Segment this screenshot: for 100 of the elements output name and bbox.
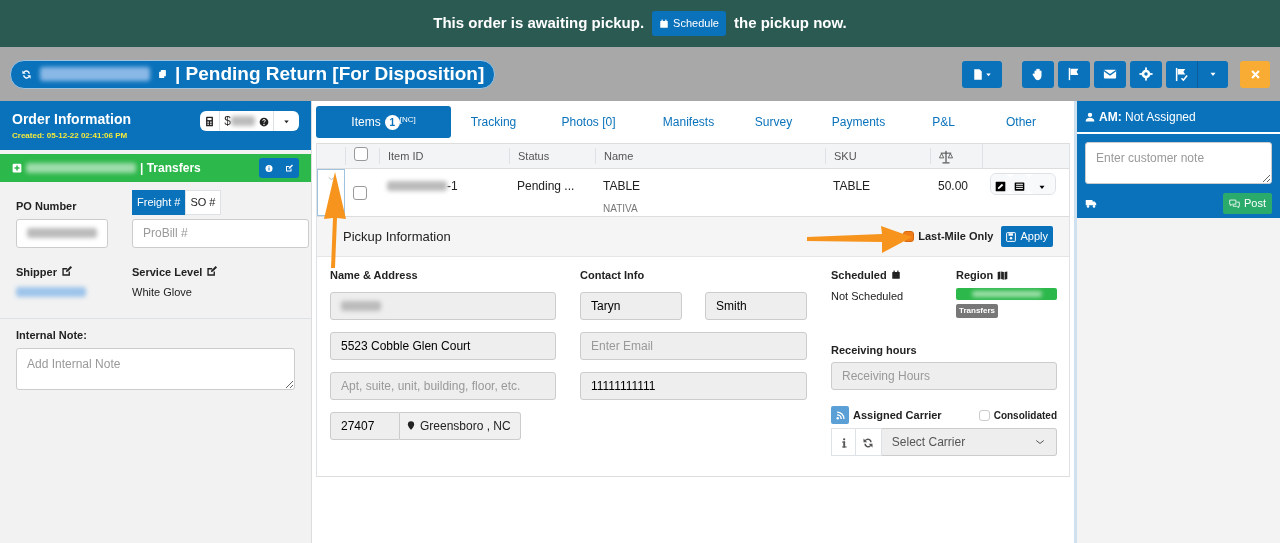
blurred-text [27, 228, 97, 238]
chevron-icon [326, 174, 336, 183]
flag-check-button[interactable] [1166, 60, 1198, 88]
tab[interactable]: Other [981, 106, 1061, 138]
field-label: Assigned Carrier [853, 407, 942, 423]
close-icon [1249, 68, 1261, 80]
column-header: Name [604, 149, 634, 162]
column-header: Item ID [388, 149, 424, 162]
chat-icon [1229, 197, 1240, 209]
list-icon [1014, 181, 1025, 193]
carrier-select[interactable]: Select Carrier [881, 428, 1057, 456]
blurred-text [341, 300, 381, 311]
sync-icon [21, 68, 32, 80]
reference-tab[interactable]: SO # [185, 190, 221, 215]
created-date: Created: 05-12-22 02:41:06 PM [12, 130, 129, 142]
account-label: | Transfers [140, 160, 201, 177]
table-cell-text: TABLE [603, 178, 642, 195]
tab[interactable]: P&L [906, 106, 981, 138]
table-cell: Pending ... [517, 179, 575, 193]
email-field[interactable]: Enter Email [580, 331, 807, 360]
scale-icon [939, 149, 953, 164]
truck-icon [1085, 197, 1097, 210]
envelope-icon [1103, 67, 1117, 81]
tab-note: [NC] [399, 115, 416, 124]
tab[interactable]: Manifests [641, 106, 736, 138]
hand-icon [1031, 67, 1045, 81]
plus-icon [12, 163, 22, 173]
name-field[interactable] [330, 291, 556, 320]
hold-button[interactable] [1022, 60, 1054, 88]
tab[interactable]: Survey [736, 106, 811, 138]
banner-text: the pickup now. [734, 13, 847, 34]
edit-icon [60, 266, 72, 278]
field-label: Region [956, 268, 994, 283]
first-name-field[interactable]: Taryn [580, 291, 682, 320]
document-menu-button[interactable] [962, 60, 1002, 88]
field-label: Service Level [132, 264, 203, 280]
column-header: SKU [834, 149, 857, 162]
field-label: Scheduled [831, 268, 887, 283]
address-field[interactable]: 5523 Cobble Glen Court [330, 331, 556, 360]
field-label: Internal Note: [16, 328, 88, 343]
price-control[interactable]: $ [200, 111, 299, 131]
zip-field[interactable]: 27407 [330, 411, 400, 440]
probill-field[interactable]: ProBill # [132, 218, 309, 248]
help-icon [259, 116, 269, 127]
section-title: Pickup Information [342, 227, 451, 246]
last-name-field[interactable]: Smith [705, 291, 807, 320]
calculator-icon [204, 115, 216, 127]
settings-button[interactable] [1130, 60, 1162, 88]
table-cell-text: NATIVA [603, 202, 638, 216]
schedule-button[interactable]: Schedule [652, 11, 726, 36]
info-button[interactable] [259, 158, 279, 178]
flag-button[interactable] [1058, 60, 1090, 88]
po-number-field[interactable] [16, 218, 108, 248]
tab[interactable]: Payments [811, 106, 906, 138]
checkbox[interactable] [354, 146, 368, 161]
consolidated-checkbox[interactable]: Consolidated [978, 407, 1057, 423]
phone-field[interactable]: 11111111111 [580, 371, 807, 400]
edit-icon [206, 266, 218, 278]
user-icon [1085, 111, 1095, 122]
service-level-value: White Glove [132, 285, 193, 300]
calendar-icon [890, 270, 901, 281]
flag-icon [1067, 67, 1081, 81]
document-icon [971, 67, 984, 81]
count-badge: 1 [384, 115, 400, 131]
receiving-hours-field[interactable]: Receiving Hours [831, 362, 1057, 390]
field-label: Shipper [16, 264, 57, 280]
panel-title: Order Information [12, 110, 131, 129]
pin-icon [406, 420, 416, 431]
email-button[interactable] [1094, 60, 1126, 88]
refresh-button[interactable] [856, 428, 882, 456]
city-field: Greensboro , NC [400, 411, 521, 440]
blurred-text [387, 181, 447, 191]
tab[interactable]: Items 1 $^{[NC]}$ [316, 106, 451, 138]
amount-prefix: $ [223, 113, 231, 130]
sync-icon [862, 436, 875, 449]
map-icon [997, 269, 1009, 281]
customer-note-field[interactable]: Enter customer note [1085, 142, 1272, 184]
post-button[interactable]: Post [1223, 193, 1272, 214]
blurred-text [231, 116, 255, 126]
table-cell: 50.00 [938, 179, 969, 193]
save-icon [1006, 231, 1017, 242]
tab[interactable]: Photos [0] [536, 106, 641, 138]
checkbox[interactable] [353, 185, 367, 200]
apply-button[interactable]: Apply [1001, 226, 1053, 247]
reference-tab[interactable]: Freight # [132, 190, 186, 215]
info-button[interactable] [831, 428, 856, 456]
account-manager-text: AM: Not Assigned [1099, 108, 1196, 126]
internal-note-field[interactable]: Add Internal Note [16, 347, 295, 390]
calendar-icon [659, 18, 670, 29]
flag-check-icon [1174, 66, 1189, 82]
field-label: Contact Info [580, 268, 646, 283]
edit-button[interactable] [991, 174, 1010, 194]
order-title: | Pending Return [For Disposition] [175, 61, 485, 86]
scheduled-value: Not Scheduled [831, 288, 905, 304]
field-label: PO Number [16, 199, 78, 214]
banner-text: This order is awaiting pickup. [433, 13, 645, 34]
region-tag: Transfers [956, 303, 999, 318]
address-line-2-field[interactable]: Apt, suite, unit, building, floor, etc. [330, 371, 556, 400]
tab[interactable]: Tracking [451, 106, 536, 138]
field-label: Name & Address [330, 268, 419, 283]
